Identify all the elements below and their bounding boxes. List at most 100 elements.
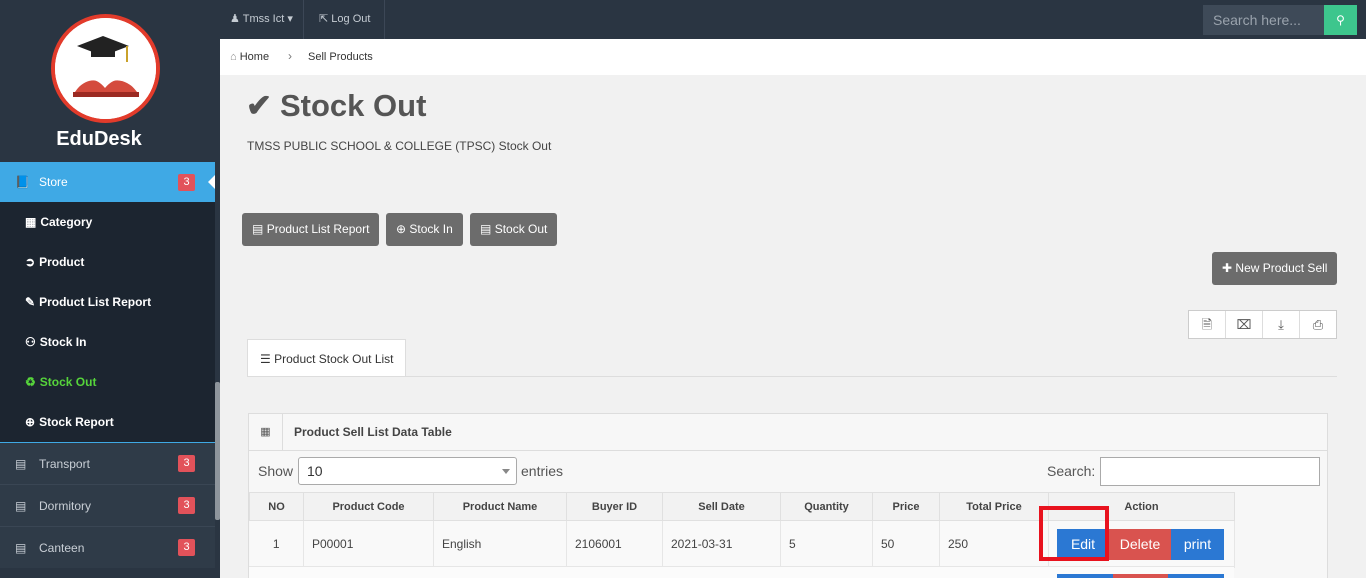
plus-circle-icon: ⊕ <box>25 415 36 429</box>
col-no[interactable]: NO <box>249 492 304 521</box>
sidebar-item-transport[interactable]: ▤ Transport 3 <box>0 442 215 484</box>
sidebar: EduDesk 📘 Store 3 ▦ Category ➲ Product ✎… <box>0 0 220 578</box>
delete-button[interactable]: Delete <box>1109 528 1171 560</box>
sidebar-item-dormitory[interactable]: ▤ Dormitory 3 <box>0 484 215 526</box>
cell-quantity: 5 <box>780 520 873 568</box>
book-icon: 📘 <box>15 175 30 189</box>
cell-price: 50 <box>872 520 940 568</box>
sidebar-item-label: Stock Report <box>39 415 114 429</box>
print-button[interactable] <box>1168 574 1225 578</box>
table-search-input[interactable] <box>1100 457 1320 486</box>
sidebar-item-label: Store <box>39 175 68 189</box>
page-size-select[interactable]: 10 <box>298 457 517 485</box>
caret-down-icon: ▾ <box>287 13 293 25</box>
sidebar-item-label: Category <box>40 215 93 229</box>
product-list-report-button[interactable]: ▤ Product List Report <box>242 213 380 246</box>
print-button[interactable]: print <box>1171 528 1224 560</box>
tab-label: Product Stock Out List <box>274 352 394 366</box>
export-toolbar: 🗎 ⌧ ⤓ ⎙ <box>1188 310 1337 339</box>
tab-divider <box>247 376 1337 377</box>
col-buyer-id[interactable]: Buyer ID <box>566 492 663 521</box>
product-icon: ➲ <box>25 255 36 269</box>
sidebar-item-label: Product List Report <box>39 295 152 309</box>
panel-body: Show 10 entries Search: NO Product Code … <box>249 451 1327 578</box>
stock-out-button[interactable]: ▤ Stock Out <box>470 213 558 246</box>
col-product-name[interactable]: Product Name <box>433 492 567 521</box>
report-icon: ✎ <box>25 295 36 309</box>
sidebar-item-category[interactable]: ▦ Category <box>0 202 215 242</box>
row-action-buttons <box>1057 574 1225 578</box>
delete-button[interactable] <box>1112 574 1169 578</box>
page-size-value: 10 <box>307 463 323 479</box>
sidebar-item-label: Dormitory <box>39 498 92 513</box>
col-sell-date[interactable]: Sell Date <box>662 492 781 521</box>
recycle-icon: ♻ <box>25 375 36 389</box>
cell-buyer-id: 2106001 <box>566 520 663 568</box>
panel-header: ▦ Product Sell List Data Table <box>249 414 1327 451</box>
top-navbar: ♟ Tmss Ict ▾ ⇱ Log Out Search here... ⚲ <box>220 0 1366 39</box>
user-plus-icon: ⚇ <box>25 335 36 349</box>
col-total-price[interactable]: Total Price <box>939 492 1049 521</box>
sidebar-nav: 📘 Store 3 ▦ Category ➲ Product ✎ Product… <box>0 162 215 568</box>
dormitory-badge: 3 <box>178 497 195 514</box>
user-menu[interactable]: ♟ Tmss Ict ▾ <box>220 0 304 39</box>
sidebar-item-stock-report[interactable]: ⊕ Stock Report <box>0 402 215 442</box>
sidebar-item-product-list-report[interactable]: ✎ Product List Report <box>0 282 215 322</box>
edit-button[interactable] <box>1057 574 1113 578</box>
button-label: Product List Report <box>266 222 370 236</box>
home-icon: ⌂ <box>230 51 237 63</box>
download-icon[interactable]: ⤓ <box>1263 311 1300 338</box>
sidebar-scrollbar[interactable] <box>215 382 220 520</box>
cell-sell-date: 2021-03-31 <box>662 520 781 568</box>
app-name: EduDesk <box>56 128 142 150</box>
col-price[interactable]: Price <box>872 492 940 521</box>
excel-icon[interactable]: ⌧ <box>1226 311 1263 338</box>
cell-no: 1 <box>249 520 304 568</box>
breadcrumb-home[interactable]: ⌂ Home <box>230 51 269 63</box>
stock-in-button[interactable]: ⊕ Stock In <box>386 213 463 246</box>
sidebar-item-label: Transport <box>39 456 90 471</box>
list-alt-icon: ▤ <box>480 222 492 236</box>
user-name: Tmss Ict <box>242 13 285 25</box>
grid-icon: ▦ <box>25 215 37 229</box>
pdf-icon[interactable]: 🗎 <box>1189 311 1226 338</box>
school-logo <box>51 14 160 123</box>
print-icon[interactable]: ⎙ <box>1300 311 1336 338</box>
search-input[interactable]: Search here... <box>1203 5 1324 35</box>
logout-button[interactable]: ⇱ Log Out <box>309 0 385 39</box>
grid-icon: ▦ <box>249 414 283 450</box>
table-search-label: Search: <box>1047 463 1096 479</box>
cell-product-code: P00001 <box>303 520 434 568</box>
sidebar-item-product[interactable]: ➲ Product <box>0 242 215 282</box>
sidebar-item-store[interactable]: 📘 Store 3 <box>0 162 215 202</box>
list-icon: ▤ <box>15 498 27 513</box>
show-label: Show <box>258 463 294 479</box>
highlight-box <box>1039 506 1109 561</box>
sidebar-item-stock-in[interactable]: ⚇ Stock In <box>0 322 215 362</box>
button-label: Stock In <box>409 222 453 236</box>
breadcrumb: ⌂ Home › Sell Products <box>220 39 1366 75</box>
user-icon: ♟ <box>230 13 240 25</box>
caret-down-icon <box>502 469 510 474</box>
sidebar-item-label: Canteen <box>39 540 85 555</box>
col-quantity[interactable]: Quantity <box>780 492 873 521</box>
sidebar-item-label: Stock Out <box>39 375 97 389</box>
page-title: ✔ Stock Out <box>246 88 426 124</box>
breadcrumb-current: Sell Products <box>308 51 373 63</box>
cell-total-price: 250 <box>939 520 1049 568</box>
sidebar-item-label: Stock In <box>39 335 87 349</box>
button-label: New Product Sell <box>1235 261 1328 275</box>
search-button[interactable]: ⚲ <box>1324 5 1357 35</box>
col-product-code[interactable]: Product Code <box>303 492 434 521</box>
button-label: Stock Out <box>494 222 548 236</box>
sidebar-item-stock-out[interactable]: ♻ Stock Out <box>0 362 215 402</box>
new-product-sell-button[interactable]: ✚ New Product Sell <box>1212 252 1338 285</box>
store-submenu: ▦ Category ➲ Product ✎ Product List Repo… <box>0 202 215 442</box>
sidebar-item-canteen[interactable]: ▤ Canteen 3 <box>0 526 215 568</box>
store-badge: 3 <box>178 174 195 191</box>
sidebar-item-label: Product <box>39 255 85 269</box>
list-icon: ▤ <box>15 540 27 555</box>
plus-circle-icon: ⊕ <box>396 222 407 236</box>
tab-product-stock-out-list[interactable]: ☰ Product Stock Out List <box>247 339 406 377</box>
checkmark-icon: ✔ <box>246 88 272 123</box>
